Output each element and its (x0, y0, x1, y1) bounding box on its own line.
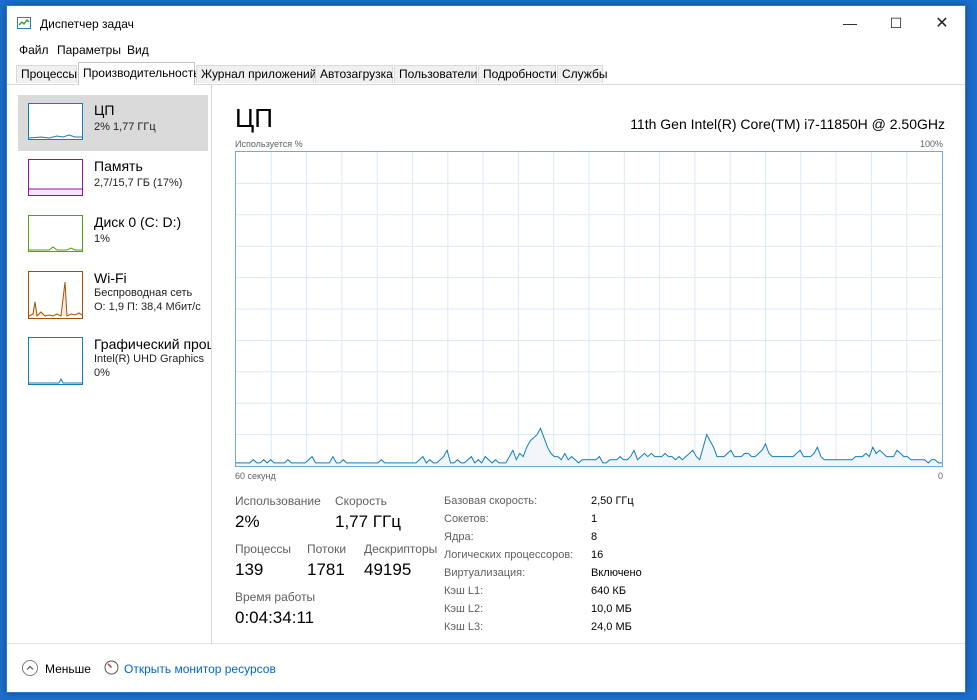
task-manager-window: Диспетчер задач — ☐ ✕ Файл Параметры Вид… (6, 5, 966, 693)
speed-value: 1,77 ГГц (335, 512, 401, 531)
resource-wifi-title: Wi-Fi (94, 270, 127, 286)
resource-memory-title: Память (94, 158, 143, 174)
cpu-usage-chart (236, 152, 942, 466)
tab-performance[interactable]: Производительность (78, 62, 199, 85)
l1-cache-label: Кэш L1: (444, 585, 484, 597)
resource-disk-sub: 1% (94, 233, 110, 245)
resource-cpu[interactable]: ЦП 2% 1,77 ГГц (18, 95, 208, 151)
resource-wifi-sub2: О: 1,9 П: 38,4 Мбит/с (94, 301, 201, 313)
cpu-thumbnail (28, 103, 83, 140)
threads-label: Потоки (307, 542, 347, 556)
l1-cache-value: 640 КБ (591, 585, 627, 597)
sockets-label: Сокетов: (444, 513, 489, 525)
resource-memory[interactable]: Память 2,7/15,7 ГБ (17%) (18, 151, 208, 207)
speed-label: Скорость (335, 494, 387, 508)
menu-bar: Файл Параметры Вид (7, 40, 965, 61)
gpu-thumbnail-graph (29, 377, 82, 384)
chevron-up-icon[interactable] (22, 660, 38, 676)
tab-users[interactable]: Пользователи (394, 65, 477, 83)
base-speed-value: 2,50 ГГц (591, 495, 634, 507)
resource-memory-sub: 2,7/15,7 ГБ (17%) (94, 177, 183, 189)
resource-gpu-sub1: Intel(R) UHD Graphics (94, 353, 205, 365)
resource-gpu-title: Графический процессор (94, 336, 212, 352)
tab-details[interactable]: Подробности (478, 65, 557, 83)
cores-label: Ядра: (444, 531, 474, 543)
performance-panel: ЦП 11th Gen Intel(R) Core(TM) i7-11850H … (212, 85, 965, 645)
graph-max-label: 100% (919, 139, 943, 149)
menu-view[interactable]: Вид (127, 43, 149, 57)
graph-min-label: 0 (937, 471, 943, 481)
cores-value: 8 (591, 531, 598, 543)
tab-startup[interactable]: Автозагрузка (315, 65, 393, 83)
logical-processors-label: Логических процессоров: (444, 549, 574, 561)
virtualization-label: Виртуализация: (444, 567, 526, 579)
cpu-usage-graph (235, 151, 943, 467)
l2-cache-value: 10,0 МБ (591, 603, 632, 615)
cpu-thumbnail-graph (29, 134, 82, 139)
utilization-label: Использование (235, 494, 321, 508)
disk-thumbnail (28, 215, 83, 252)
graph-time-label: 60 секунд (235, 471, 276, 481)
tab-services[interactable]: Службы (557, 65, 607, 83)
window-title: Диспетчер задач (40, 17, 134, 31)
tab-processes[interactable]: Процессы (16, 65, 77, 83)
resource-list: ЦП 2% 1,77 ГГц Память 2,7/15,7 ГБ (17%) … (7, 85, 212, 645)
l3-cache-value: 24,0 МБ (591, 621, 632, 633)
virtualization-value: Включено (591, 567, 642, 579)
resource-wifi[interactable]: Wi-Fi Беспроводная сеть О: 1,9 П: 38,4 М… (18, 263, 208, 323)
resource-cpu-sub: 2% 1,77 ГГц (94, 121, 156, 133)
wifi-thumbnail (28, 271, 83, 319)
open-resource-monitor-link[interactable]: Открыть монитор ресурсов (124, 662, 276, 676)
processes-label: Процессы (235, 542, 292, 556)
resource-monitor-icon[interactable] (104, 660, 119, 675)
disk-thumbnail-graph (29, 246, 82, 251)
utilization-value: 2% (235, 512, 260, 531)
page-title: ЦП (235, 103, 273, 133)
maximize-button[interactable]: ☐ (873, 6, 919, 40)
memory-thumbnail (28, 159, 83, 196)
resource-gpu[interactable]: Графический процессор Intel(R) UHD Graph… (18, 329, 211, 389)
menu-file[interactable]: Файл (19, 43, 49, 57)
wifi-thumbnail-graph (29, 281, 82, 318)
processes-value: 139 (235, 560, 264, 579)
resource-disk-title: Диск 0 (C: D:) (94, 214, 182, 230)
handles-label: Дескрипторы (364, 542, 438, 556)
l2-cache-label: Кэш L2: (444, 603, 484, 615)
task-manager-icon (17, 17, 31, 29)
tab-bar: Процессы Производительность Журнал прило… (7, 62, 965, 85)
tab-app-history[interactable]: Журнал приложений (196, 65, 316, 83)
resource-gpu-sub2: 0% (94, 367, 110, 379)
minimize-button[interactable]: — (827, 6, 873, 40)
graph-y-label: Используется % (235, 139, 303, 149)
handles-value: 49195 (364, 560, 412, 579)
logical-processors-value: 16 (591, 549, 604, 561)
resource-cpu-title: ЦП (94, 102, 115, 118)
menu-options[interactable]: Параметры (57, 43, 121, 57)
cpu-model: 11th Gen Intel(R) Core(TM) i7-11850H @ 2… (630, 116, 945, 132)
l3-cache-label: Кэш L3: (444, 621, 484, 633)
resource-disk[interactable]: Диск 0 (C: D:) 1% (18, 207, 208, 263)
uptime-value: 0:04:34:11 (235, 608, 315, 627)
chevron-up-glyph (26, 665, 34, 670)
gpu-thumbnail (28, 337, 83, 385)
sockets-value: 1 (591, 513, 598, 525)
footer: Меньше Открыть монитор ресурсов (7, 643, 965, 692)
close-button[interactable]: ✕ (919, 6, 965, 40)
fewer-details-button[interactable]: Меньше (45, 662, 91, 676)
threads-value: 1781 (307, 560, 345, 579)
resource-wifi-sub1: Беспроводная сеть (94, 287, 193, 299)
memory-thumbnail-graph (29, 188, 82, 195)
base-speed-label: Базовая скорость: (444, 495, 538, 507)
uptime-label: Время работы (235, 590, 316, 604)
title-bar[interactable]: Диспетчер задач — ☐ ✕ (7, 6, 965, 40)
